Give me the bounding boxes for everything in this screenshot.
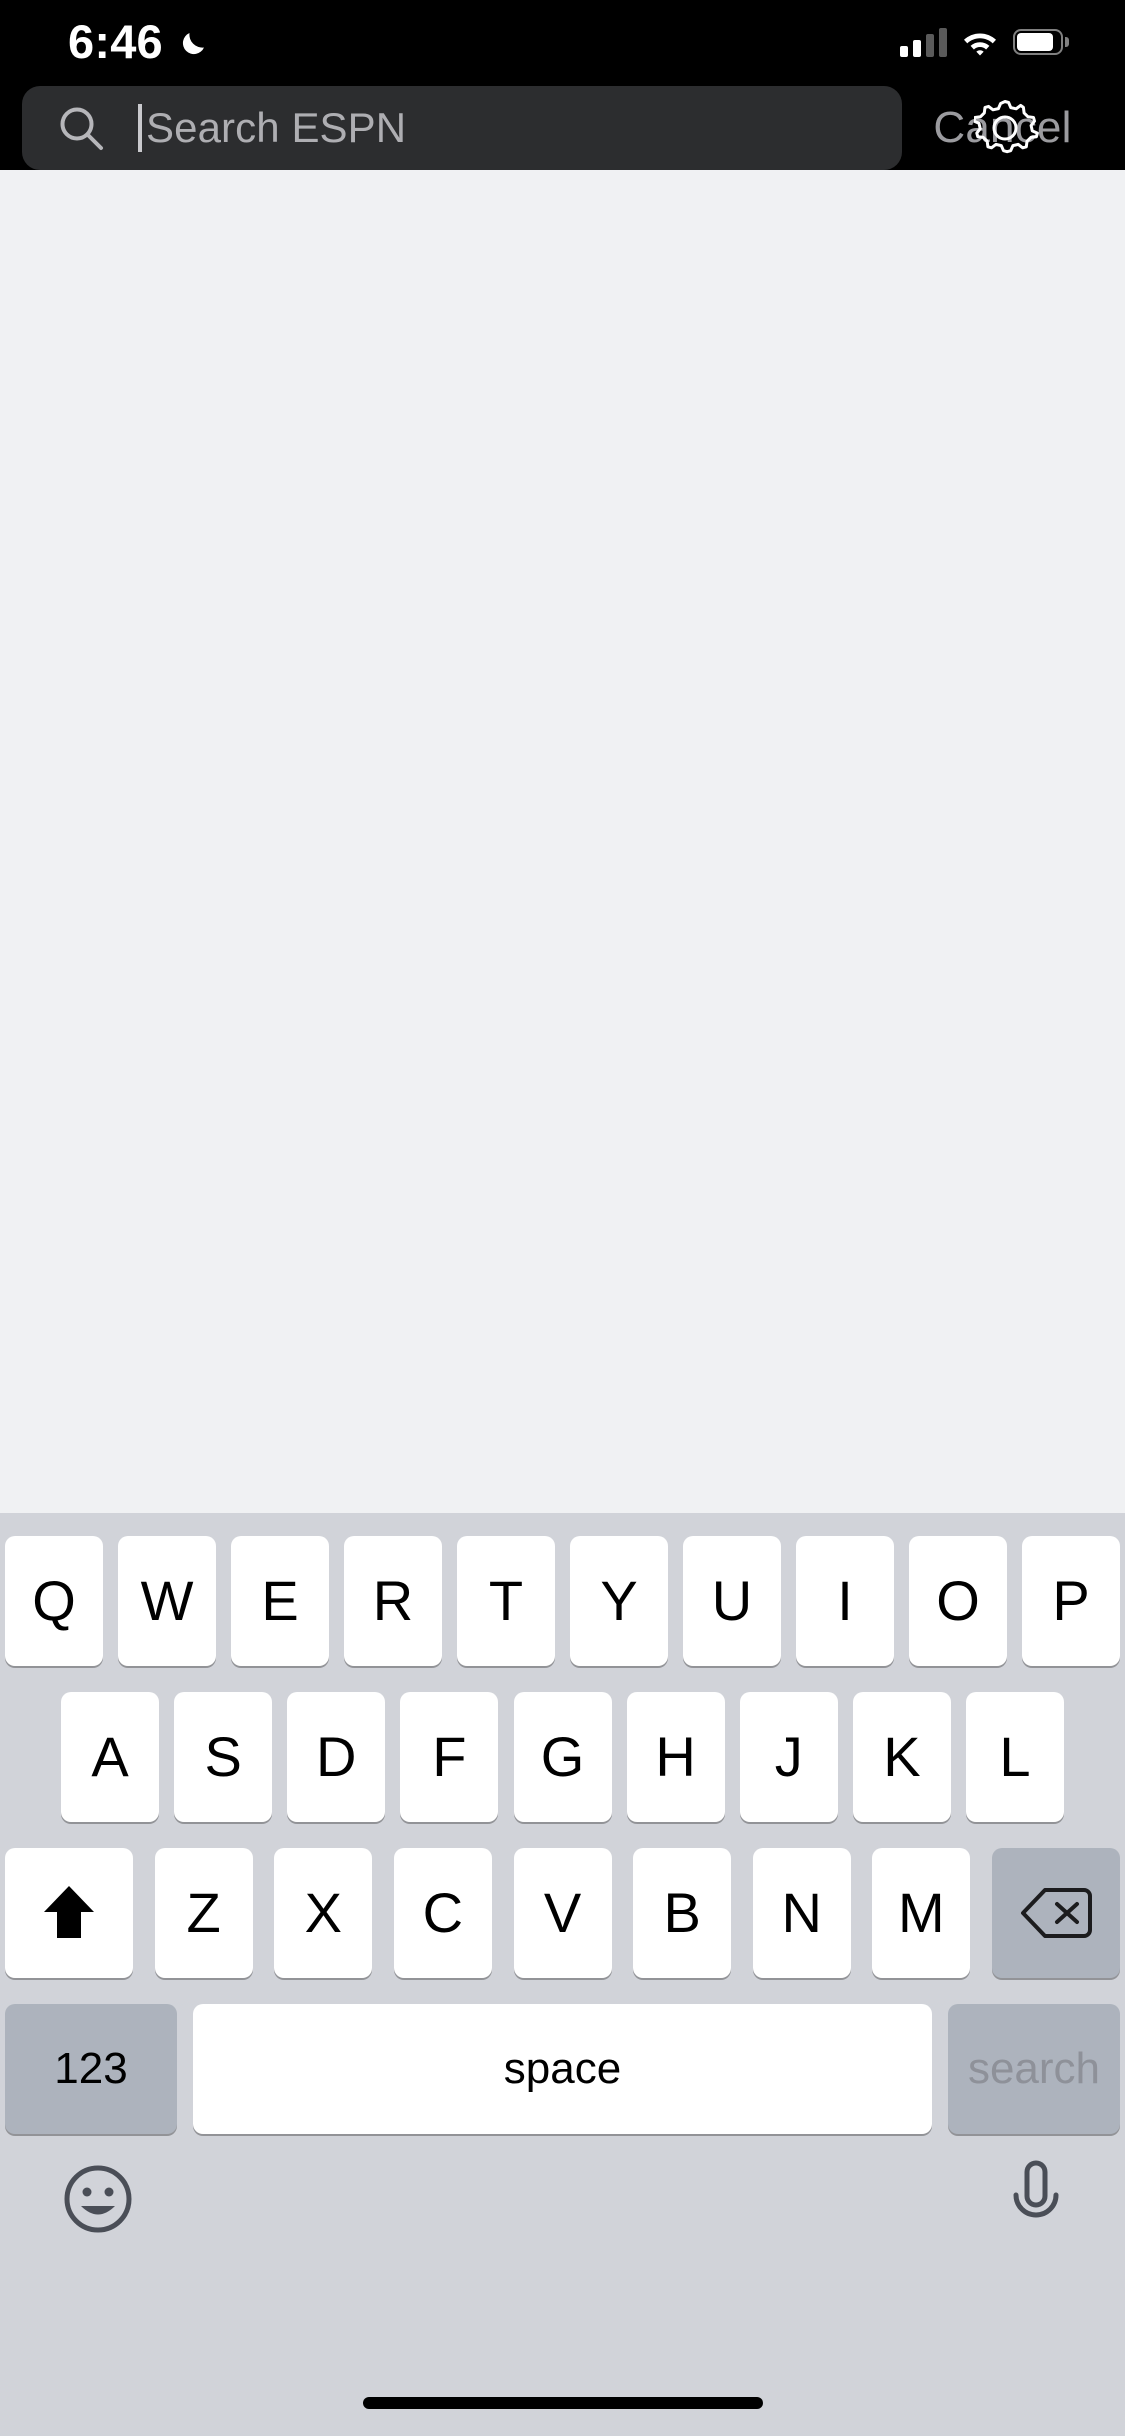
numbers-key[interactable]: 123 — [5, 2004, 177, 2134]
key-u[interactable]: U — [683, 1536, 781, 1666]
keyboard-row-1: Q W E R T Y U I O P — [0, 1536, 1125, 1666]
backspace-key[interactable] — [992, 1848, 1120, 1978]
key-h[interactable]: H — [626, 1692, 725, 1822]
key-j[interactable]: J — [739, 1692, 838, 1822]
key-g[interactable]: G — [513, 1692, 612, 1822]
shift-key[interactable] — [5, 1848, 133, 1978]
key-x[interactable]: X — [274, 1848, 373, 1978]
search-header: Search ESPN Cancel — [0, 86, 1125, 170]
keyboard-row-2: A S D F G H J K L — [0, 1692, 1125, 1822]
dictation-key[interactable] — [1009, 2159, 1063, 2239]
iphone-screen: 6:46 Search ESPN Cancel Q W E R T Y U I … — [0, 0, 1125, 2436]
key-w[interactable]: W — [118, 1536, 216, 1666]
key-i[interactable]: I — [796, 1536, 894, 1666]
key-k[interactable]: K — [852, 1692, 951, 1822]
key-c[interactable]: C — [393, 1848, 492, 1978]
key-r[interactable]: R — [344, 1536, 442, 1666]
key-b[interactable]: B — [633, 1848, 732, 1978]
key-n[interactable]: N — [752, 1848, 851, 1978]
cancel-button[interactable]: Cancel — [902, 86, 1103, 170]
key-f[interactable]: F — [400, 1692, 499, 1822]
battery-icon — [1013, 29, 1069, 55]
keyboard-row-3: Z X C V B N M — [0, 1848, 1125, 1978]
key-s[interactable]: S — [174, 1692, 273, 1822]
space-key[interactable]: space — [193, 2004, 932, 2134]
key-d[interactable]: D — [287, 1692, 386, 1822]
key-a[interactable]: A — [61, 1692, 159, 1822]
status-bar: 6:46 — [0, 0, 1125, 86]
wifi-icon — [964, 33, 996, 56]
search-results-area — [0, 170, 1125, 1513]
text-cursor — [138, 104, 142, 152]
status-bar-clock: 6:46 — [68, 14, 163, 68]
search-placeholder: Search ESPN — [146, 104, 407, 151]
status-bar-right — [900, 27, 1069, 57]
key-p[interactable]: P — [1022, 1536, 1120, 1666]
cellular-signal-icon — [900, 27, 947, 57]
key-m[interactable]: M — [872, 1848, 971, 1978]
home-indicator[interactable] — [362, 2397, 763, 2409]
key-y[interactable]: Y — [570, 1536, 668, 1666]
crescent-moon-icon — [182, 33, 204, 55]
key-t[interactable]: T — [457, 1536, 555, 1666]
shift-arrow-icon — [44, 1886, 94, 1938]
key-l[interactable]: L — [966, 1692, 1064, 1822]
key-e[interactable]: E — [231, 1536, 329, 1666]
key-o[interactable]: O — [909, 1536, 1007, 1666]
key-z[interactable]: Z — [154, 1848, 253, 1978]
key-v[interactable]: V — [513, 1848, 612, 1978]
search-magnifier-icon — [60, 107, 103, 150]
backspace-delete-icon — [1021, 1888, 1092, 1938]
microphone-icon — [1013, 2160, 1059, 2218]
keyboard-row-4: 123 space search — [0, 2004, 1125, 2134]
cancel-button-label: Cancel — [933, 103, 1072, 152]
search-input[interactable]: Search ESPN — [22, 86, 902, 170]
keyboard-row-5 — [0, 2134, 1125, 2264]
onscreen-keyboard: Q W E R T Y U I O P A S D F G H J K L Z … — [0, 1513, 1125, 2436]
key-q[interactable]: Q — [5, 1536, 103, 1666]
emoji-smiley-icon — [64, 2165, 132, 2233]
search-return-key[interactable]: search — [948, 2004, 1120, 2134]
emoji-key[interactable] — [62, 2163, 134, 2235]
status-bar-left: 6:46 — [68, 14, 211, 68]
